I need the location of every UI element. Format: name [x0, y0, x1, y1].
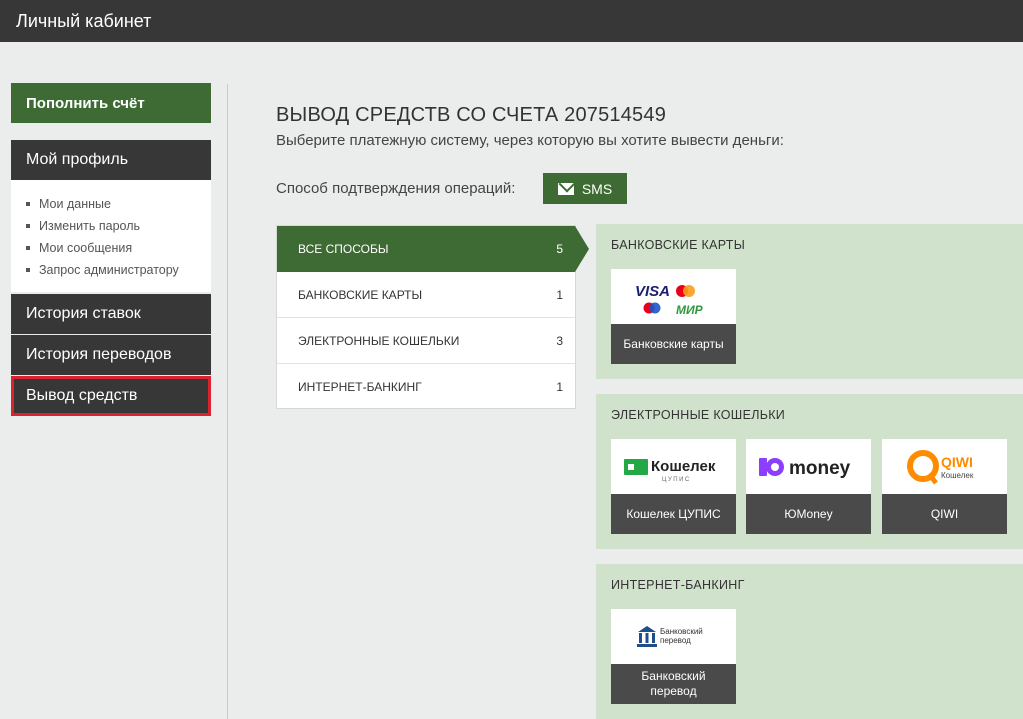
- method-filter-list: Все способы 5 Банковские карты 1 Электронн…: [276, 225, 589, 410]
- svg-text:МИР: МИР: [676, 303, 704, 317]
- sidebar-divider: [227, 84, 228, 719]
- koshelek-tsupis-icon: Кошелек ЦУПИС: [611, 439, 736, 494]
- sidebar-item-bet-history[interactable]: История ставок: [11, 294, 211, 334]
- bullet-icon: [26, 202, 30, 206]
- top-bar: Личный кабинет: [0, 0, 1023, 42]
- filter-e-wallets[interactable]: Электронные кошельки 3: [277, 318, 575, 364]
- yoomoney-icon: money: [746, 439, 871, 494]
- page-title: ВЫВОД СРЕДСТВ СО СЧЕТА 207514549: [276, 104, 667, 126]
- filter-all[interactable]: Все способы 5: [277, 226, 589, 272]
- payment-card-qiwi[interactable]: QIWI Кошелек QIWI: [882, 439, 1007, 534]
- submenu-item-change-password[interactable]: Изменить пароль: [26, 215, 211, 237]
- page-subtitle: Выберите платежную систему, через котору…: [276, 132, 784, 149]
- bullet-icon: [26, 224, 30, 228]
- page-header-title: Личный кабинет: [16, 11, 152, 31]
- submenu-item-admin-request[interactable]: Запрос администратору: [26, 259, 211, 281]
- bullet-icon: [26, 246, 30, 250]
- group-title: Банковские карты: [611, 238, 746, 252]
- svg-text:Кошелек: Кошелек: [941, 471, 974, 480]
- payment-card-bank-cards[interactable]: VISA МИР Банковские карты: [611, 269, 736, 364]
- svg-text:VISA: VISA: [635, 283, 670, 300]
- payment-card-label: Банковские карты: [611, 324, 736, 364]
- card-brands-icon: VISA МИР: [611, 269, 736, 324]
- svg-text:QIWI: QIWI: [941, 454, 973, 470]
- filter-bank-cards[interactable]: Банковские карты 1: [277, 272, 575, 318]
- group-title: Электронные кошельки: [611, 408, 786, 422]
- group-internet-banking: Интернет-банкинг Банковский перевод Банк…: [596, 564, 1023, 719]
- payment-card-label: Банковский перевод: [611, 664, 736, 704]
- filter-internet-banking[interactable]: Интернет-банкинг 1: [277, 364, 575, 410]
- sidebar-item-withdraw[interactable]: Вывод средств: [11, 376, 211, 416]
- submenu-item-messages[interactable]: Мои сообщения: [26, 237, 211, 259]
- confirm-method-label: Способ подтверждения операций:: [276, 180, 516, 197]
- payment-card-koshelek-tsupis[interactable]: Кошелек ЦУПИС Кошелек ЦУПИС: [611, 439, 736, 534]
- svg-text:money: money: [789, 458, 851, 479]
- svg-text:Кошелек: Кошелек: [651, 458, 716, 475]
- submenu-item-my-data[interactable]: Мои данные: [26, 193, 211, 215]
- sidebar-item-transfer-history[interactable]: История переводов: [11, 335, 211, 375]
- payment-card-label: QIWI: [882, 494, 1007, 534]
- sms-button[interactable]: SMS: [543, 173, 627, 204]
- qiwi-icon: QIWI Кошелек: [882, 439, 1007, 494]
- payment-card-yoomoney[interactable]: money ЮMoney: [746, 439, 871, 534]
- bullet-icon: [26, 268, 30, 272]
- payment-card-label: ЮMoney: [746, 494, 871, 534]
- group-bank-cards: Банковские карты VISA МИР Банковские кар…: [596, 224, 1023, 379]
- topup-button[interactable]: Пополнить счёт: [11, 83, 211, 123]
- sidebar-item-profile[interactable]: Мой профиль: [11, 140, 211, 180]
- bank-transfer-icon: Банковский перевод: [611, 609, 736, 664]
- svg-text:ЦУПИС: ЦУПИС: [662, 477, 691, 483]
- group-e-wallets: Электронные кошельки Кошелек ЦУПИС Кошел…: [596, 394, 1023, 549]
- payment-card-label: Кошелек ЦУПИС: [611, 494, 736, 534]
- profile-submenu: Мои данные Изменить пароль Мои сообщения…: [11, 180, 211, 292]
- envelope-icon: [557, 182, 574, 195]
- payment-card-bank-transfer[interactable]: Банковский перевод Банковский перевод: [611, 609, 736, 704]
- group-title: Интернет-банкинг: [611, 578, 745, 592]
